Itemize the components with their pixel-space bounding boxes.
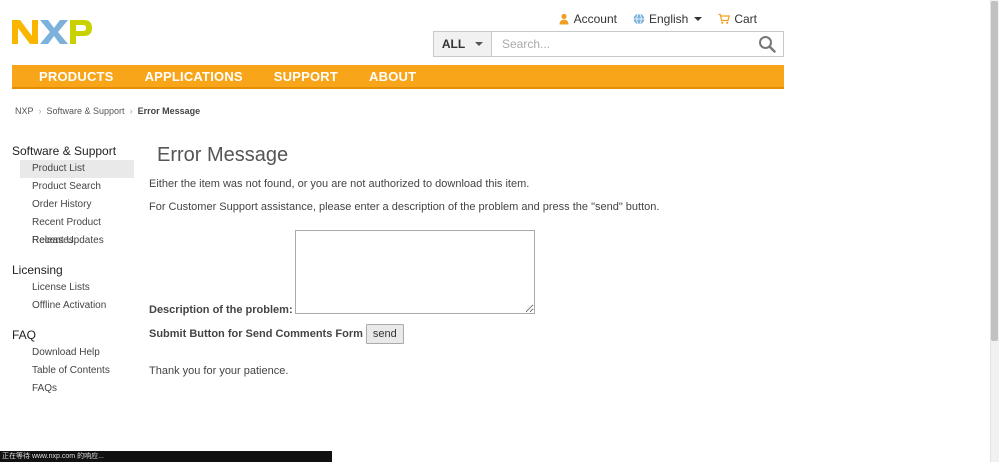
sidebar-item-license-lists[interactable]: License Lists bbox=[20, 279, 134, 297]
breadcrumb-nxp[interactable]: NXP bbox=[15, 106, 34, 116]
search-category-label: ALL bbox=[441, 37, 466, 51]
chevron-right-icon: › bbox=[129, 106, 133, 116]
browser-status-bar: 正在等待 www.nxp.com 的响应... bbox=[0, 451, 332, 462]
sidebar-item-recent-product-releases[interactable]: Recent Product Releases bbox=[20, 214, 134, 246]
sidebar-section-title: Software & Support bbox=[12, 144, 117, 158]
search-button[interactable] bbox=[751, 32, 783, 56]
nav-support[interactable]: SUPPORT bbox=[274, 69, 338, 84]
account-link[interactable]: Account bbox=[558, 12, 617, 26]
sidebar-item-table-of-contents[interactable]: Table of Contents bbox=[20, 362, 134, 380]
main-content: Error Message Either the item was not fo… bbox=[149, 140, 769, 380]
chevron-down-icon bbox=[694, 17, 703, 21]
breadcrumb: NXP › Software & Support › Error Message bbox=[15, 106, 200, 116]
nav-about[interactable]: ABOUT bbox=[369, 69, 416, 84]
support-instructions: For Customer Support assistance, please … bbox=[149, 201, 660, 213]
sidebar-item-product-search[interactable]: Product Search bbox=[20, 178, 134, 196]
nxp-logo[interactable] bbox=[12, 16, 92, 48]
submit-row: Submit Button for Send Comments Form sen… bbox=[149, 324, 769, 344]
description-textarea[interactable] bbox=[295, 230, 535, 314]
sidebar-item-order-history[interactable]: Order History bbox=[20, 196, 134, 214]
error-message: Either the item was not found, or you ar… bbox=[149, 178, 530, 190]
cart-label: Cart bbox=[734, 12, 757, 26]
search-icon bbox=[759, 36, 776, 53]
search-bar: ALL bbox=[433, 31, 784, 57]
cart-link[interactable]: Cart bbox=[718, 12, 757, 26]
user-icon bbox=[558, 13, 570, 25]
sidebar-item-recent-updates[interactable]: Recent Updates bbox=[20, 232, 134, 250]
page-title: Error Message bbox=[157, 144, 289, 166]
language-label: English bbox=[648, 12, 689, 26]
sidebar-item-download-help[interactable]: Download Help bbox=[20, 344, 134, 362]
breadcrumb-software-support[interactable]: Software & Support bbox=[47, 106, 125, 116]
search-category-dropdown[interactable]: ALL bbox=[434, 32, 492, 56]
send-button[interactable]: send bbox=[365, 324, 404, 344]
chevron-down-icon bbox=[475, 42, 484, 46]
nav-applications[interactable]: APPLICATIONS bbox=[145, 69, 243, 84]
account-label: Account bbox=[573, 12, 617, 26]
sidebar-section-title: FAQ bbox=[12, 328, 37, 342]
sidebar: Software & Support Product List Product … bbox=[12, 142, 134, 398]
cart-icon bbox=[718, 13, 731, 25]
language-selector[interactable]: English bbox=[633, 12, 703, 26]
scrollbar-thumb[interactable] bbox=[991, 1, 998, 341]
sidebar-section-title: Licensing bbox=[12, 263, 63, 277]
description-row: Description of the problem: bbox=[149, 230, 769, 316]
nav-products[interactable]: PRODUCTS bbox=[39, 69, 114, 84]
top-links: Account English Cart bbox=[558, 12, 757, 26]
main-nav: PRODUCTS APPLICATIONS SUPPORT ABOUT bbox=[12, 65, 784, 89]
submit-label: Submit Button for Send Comments Form bbox=[149, 328, 363, 340]
description-label: Description of the problem: bbox=[149, 304, 293, 316]
globe-icon bbox=[633, 13, 645, 25]
sidebar-item-product-list[interactable]: Product List bbox=[20, 160, 134, 178]
search-input[interactable] bbox=[492, 32, 751, 56]
chevron-right-icon: › bbox=[38, 106, 42, 116]
sidebar-item-faqs[interactable]: FAQs bbox=[20, 380, 134, 398]
sidebar-item-offline-activation[interactable]: Offline Activation bbox=[20, 297, 134, 315]
breadcrumb-current: Error Message bbox=[137, 106, 201, 116]
thanks-message: Thank you for your patience. bbox=[149, 365, 289, 377]
vertical-scrollbar[interactable] bbox=[990, 0, 999, 462]
